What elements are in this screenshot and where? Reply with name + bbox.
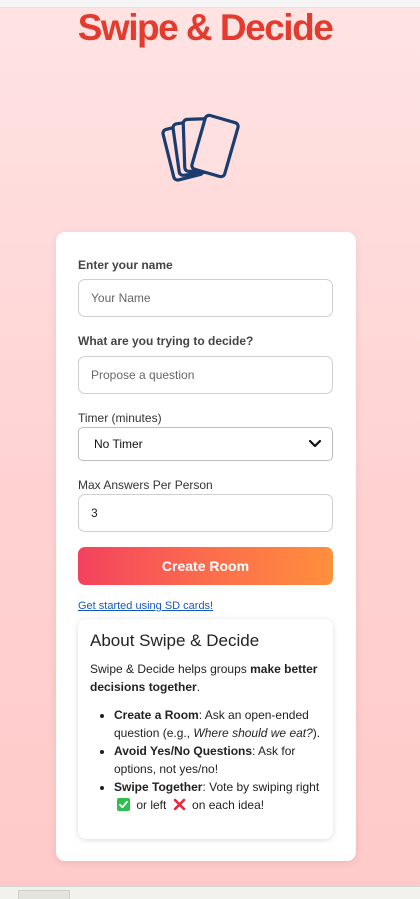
cross-mark-icon: [173, 798, 186, 811]
chevron-down-icon: [308, 439, 322, 448]
name-label: Enter your name: [78, 258, 173, 272]
create-room-card: Enter your name What are you trying to d…: [56, 232, 356, 861]
list-item: Swipe Together: Vote by swiping right or…: [114, 778, 321, 814]
question-label: What are you trying to decide?: [78, 334, 254, 348]
timer-label: Timer (minutes): [78, 411, 162, 425]
about-intro: Swipe & Decide helps groups make better …: [90, 662, 318, 694]
check-mark-icon: [117, 798, 130, 811]
timer-select[interactable]: No Timer: [78, 427, 333, 461]
about-title: About Swipe & Decide: [90, 631, 260, 650]
guide-link[interactable]: Get started using SD cards!: [78, 600, 213, 612]
cards-icon: [161, 113, 240, 182]
create-room-button[interactable]: Create Room: [78, 547, 333, 585]
about-panel: About Swipe & Decide Swipe & Decide help…: [78, 619, 333, 839]
max-answers-input[interactable]: [78, 494, 333, 532]
about-list: Create a Room: Ask an open-ended questio…: [90, 706, 321, 814]
browser-tab-stub: [18, 890, 70, 899]
app-logo: Swipe & Decide: [77, 7, 334, 48]
browser-bottom-bar: [0, 886, 420, 899]
list-item: Create a Room: Ask an open-ended questio…: [114, 706, 321, 742]
name-input[interactable]: [78, 279, 333, 317]
list-item: Avoid Yes/No Questions: Ask for options,…: [114, 742, 321, 778]
question-input[interactable]: [78, 356, 333, 394]
timer-select-value: No Timer: [94, 437, 143, 451]
max-answers-label: Max Answers Per Person: [78, 478, 213, 492]
